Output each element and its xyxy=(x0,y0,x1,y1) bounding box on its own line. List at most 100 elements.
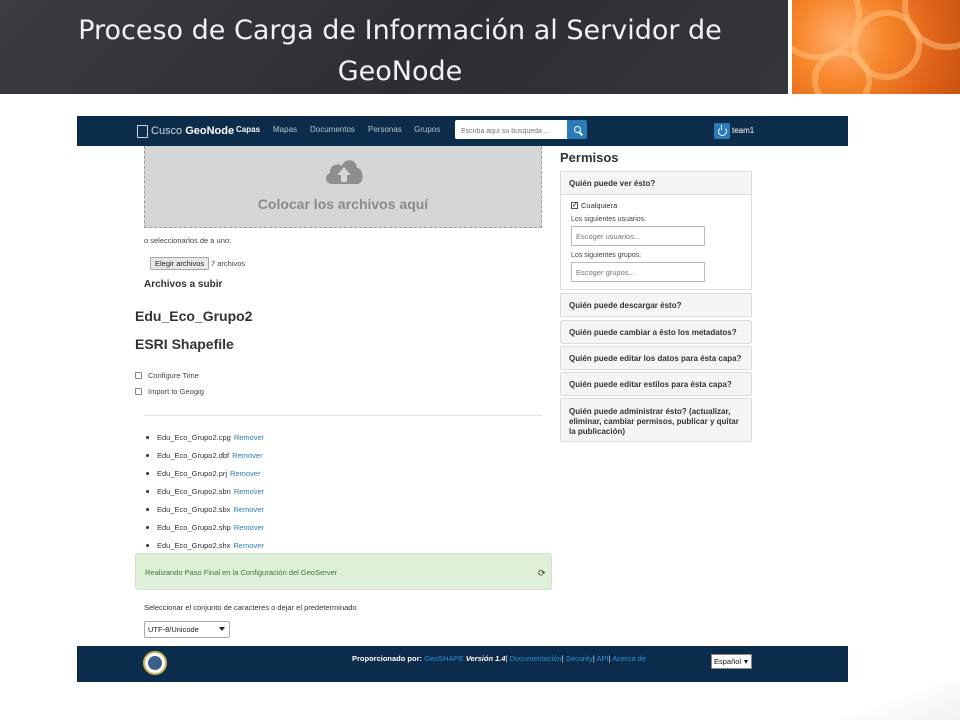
brand-name: GeoNode xyxy=(185,125,235,137)
search-button[interactable] xyxy=(567,120,587,139)
permission-heading-view[interactable]: Quién puede ver ésto? xyxy=(561,172,751,194)
charset-value: UTF-8/Unicode xyxy=(148,625,199,634)
users-label: Los siguientes usuarios: xyxy=(571,216,647,223)
nav-item-grupos[interactable]: Grupos xyxy=(414,125,440,134)
anyone-label: Cualquiera xyxy=(581,201,618,210)
remove-link[interactable]: Remover xyxy=(234,433,264,442)
power-icon xyxy=(717,124,727,136)
charset-select[interactable]: UTF-8/Unicode xyxy=(144,621,230,638)
file-name: Edu_Eco_Grupo2.sbn xyxy=(157,486,231,496)
file-dropzone[interactable]: Colocar los archivos aquí xyxy=(144,146,542,228)
status-text: Realizando Paso Final en la Configuració… xyxy=(145,568,338,577)
cloud-upload-icon xyxy=(326,160,363,184)
language-select[interactable]: Español xyxy=(711,654,752,669)
layer-type: ESRI Shapefile xyxy=(135,336,234,352)
remove-link[interactable]: Remover xyxy=(234,487,264,496)
remove-link[interactable]: Remover xyxy=(233,505,263,514)
nav-item-personas[interactable]: Personas xyxy=(368,125,402,134)
footer-link-docs[interactable]: Documentación xyxy=(510,654,562,663)
nav-item-mapas[interactable]: Mapas xyxy=(273,125,297,134)
configure-time-option[interactable]: Configure Time xyxy=(135,371,199,380)
choose-files-button[interactable]: Elegir archivos xyxy=(150,257,210,270)
permission-heading-manage[interactable]: Quién puede administrar ésto? (actualiza… xyxy=(561,399,751,441)
list-item: Edu_Eco_Grupo2.cpg Remover xyxy=(146,428,264,446)
user-menu-button[interactable] xyxy=(714,123,730,139)
file-name: Edu_Eco_Grupo2.dbf xyxy=(157,450,230,460)
powered-by-label: Proporcionado por: xyxy=(352,654,422,663)
search-icon xyxy=(573,126,581,133)
footer-link-api[interactable]: API xyxy=(596,654,608,663)
file-name: Edu_Eco_Grupo2.sbx xyxy=(157,504,231,514)
bullet-icon xyxy=(146,435,149,439)
user-name[interactable]: team1 xyxy=(732,126,754,135)
file-list: Edu_Eco_Grupo2.cpg Remover Edu_Eco_Grupo2… xyxy=(146,428,264,554)
dropzone-text: Colocar los archivos aquí xyxy=(257,196,429,212)
permission-body-view: ✓ Cualquiera Los siguientes usuarios: Lo… xyxy=(561,194,751,289)
search-input[interactable] xyxy=(455,122,567,141)
permission-heading-edit-data[interactable]: Quién puede editar los datos para ésta c… xyxy=(561,347,751,369)
brand-icon xyxy=(137,124,148,138)
list-item: Edu_Eco_Grupo2.sbx Remover xyxy=(146,500,264,518)
upload-status-alert: Realizando Paso Final en la Configuració… xyxy=(135,553,552,590)
configure-time-checkbox[interactable] xyxy=(135,372,142,379)
list-item: Edu_Eco_Grupo2.shp Remover xyxy=(146,518,264,536)
file-name: Edu_Eco_Grupo2.shp xyxy=(157,522,231,532)
import-geogig-checkbox[interactable] xyxy=(135,388,142,395)
anyone-checkbox[interactable]: ✓ xyxy=(571,202,578,209)
chevron-down-icon xyxy=(219,627,225,631)
bullet-icon xyxy=(146,471,149,475)
bullet-icon xyxy=(146,543,149,547)
groups-label: Los siguientes grupos: xyxy=(571,252,642,259)
file-count: 7 archivos xyxy=(211,259,246,268)
geonode-screenshot: Cusco GeoNode Capas Mapas Documentos Per… xyxy=(77,116,848,682)
footer-text: Proporcionado por: GeoSHAPE Versión 1.4|… xyxy=(352,654,646,663)
permission-heading-metadata[interactable]: Quién puede cambiar a ésto los metadatos… xyxy=(561,321,751,343)
footer-link-security[interactable]: Security xyxy=(566,654,593,663)
charset-label: Seleccionar el conjunto de caracteres o … xyxy=(144,603,357,612)
bullet-icon xyxy=(146,489,149,493)
permission-panel-view: Quién puede ver ésto? ✓ Cualquiera Los s… xyxy=(560,171,752,290)
footer: Proporcionado por: GeoSHAPE Versión 1.4|… xyxy=(77,646,848,682)
bullet-icon xyxy=(146,453,149,457)
orange-decoration xyxy=(792,0,960,94)
corner-decoration xyxy=(840,680,960,720)
seal-logo xyxy=(143,651,167,675)
list-item: Edu_Eco_Grupo2.dbf Remover xyxy=(146,446,264,464)
slide-header: Proceso de Carga de Información al Servi… xyxy=(0,0,788,94)
version-label: Versión 1.4 xyxy=(465,654,506,663)
import-geogig-option[interactable]: Import to Geogig xyxy=(135,387,204,396)
bullet-icon xyxy=(146,507,149,511)
nav-item-capas[interactable]: Capas xyxy=(236,125,260,134)
nav-item-documentos[interactable]: Documentos xyxy=(310,125,355,134)
permission-panel-metadata: Quién puede cambiar a ésto los metadatos… xyxy=(560,320,752,344)
bullet-icon xyxy=(146,525,149,529)
remove-link[interactable]: Remover xyxy=(233,541,263,550)
loading-spinner-icon: ⟳ xyxy=(538,568,546,578)
permission-panel-edit-styles: Quién puede editar estilos para ésta cap… xyxy=(560,372,752,396)
permission-heading-edit-styles[interactable]: Quién puede editar estilos para ésta cap… xyxy=(561,373,751,395)
file-name: Edu_Eco_Grupo2.prj xyxy=(157,468,228,478)
permission-heading-download[interactable]: Quién puede descargar ésto? xyxy=(561,294,751,316)
remove-link[interactable]: Remover xyxy=(234,523,264,532)
list-item: Edu_Eco_Grupo2.shx Remover xyxy=(146,536,264,554)
layer-name: Edu_Eco_Grupo2 xyxy=(135,308,253,324)
brand-logo[interactable]: Cusco GeoNode xyxy=(137,121,234,141)
slide: Proceso de Carga de Información al Servi… xyxy=(0,0,960,720)
permissions-title: Permisos xyxy=(560,150,619,165)
list-item: Edu_Eco_Grupo2.sbn Remover xyxy=(146,482,264,500)
language-value: Español xyxy=(714,657,742,666)
groups-input[interactable] xyxy=(571,262,705,282)
slide-title-line1: Proceso de Carga de Información al Servi… xyxy=(78,15,722,46)
permission-panel-download: Quién puede descargar ésto? xyxy=(560,293,752,317)
remove-link[interactable]: Remover xyxy=(230,469,260,478)
anyone-option[interactable]: ✓ Cualquiera xyxy=(571,201,741,210)
footer-link-about[interactable]: Acerca de xyxy=(612,654,646,663)
permission-panel-manage: Quién puede administrar ésto? (actualiza… xyxy=(560,398,752,442)
geoshape-link[interactable]: GeoSHAPE xyxy=(424,654,464,663)
slide-title-line2: GeoNode xyxy=(337,56,463,87)
users-input[interactable] xyxy=(571,226,705,246)
import-geogig-label: Import to Geogig xyxy=(148,387,204,396)
remove-link[interactable]: Remover xyxy=(232,451,262,460)
list-item: Edu_Eco_Grupo2.prj Remover xyxy=(146,464,264,482)
file-name: Edu_Eco_Grupo2.shx xyxy=(157,540,231,550)
